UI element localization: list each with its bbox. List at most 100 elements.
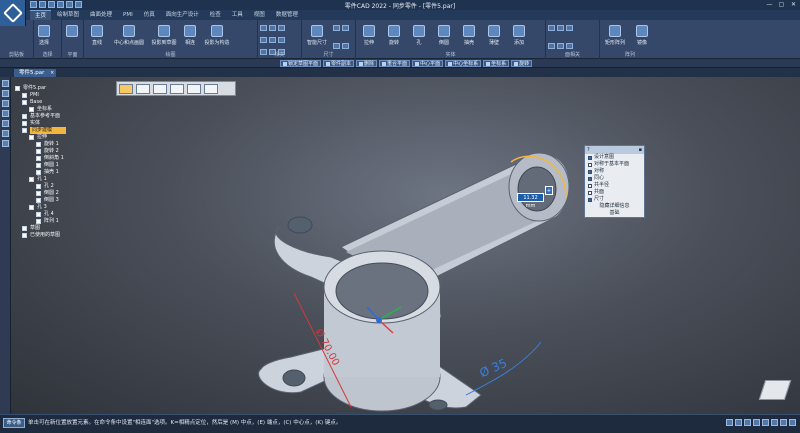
tab-inspect[interactable]: 检查: [205, 10, 226, 20]
window-controls: — ▢ ✕: [765, 1, 798, 8]
cmd-csys[interactable]: 坐标系: [483, 60, 510, 67]
app-menu-button[interactable]: [0, 0, 26, 26]
zoom-icon[interactable]: [726, 419, 733, 426]
command-bar-badge[interactable]: 命令条: [3, 418, 25, 428]
tab-surfacing[interactable]: 曲面处理: [85, 10, 117, 20]
copy-icon: [326, 61, 331, 66]
tab-pmi[interactable]: PMI: [118, 10, 138, 20]
cmd-part-copy[interactable]: 零件副本: [323, 60, 355, 67]
hide-details-link[interactable]: 隐藏详细信息: [585, 202, 644, 209]
face-relate-icon[interactable]: [566, 43, 573, 49]
rotate-view-icon[interactable]: [762, 419, 769, 426]
group-face-relate: 面相关: [546, 20, 600, 59]
relate-icon[interactable]: [260, 37, 267, 43]
filter-checkbox[interactable]: [588, 190, 592, 195]
pattern-icon: [609, 25, 621, 37]
view-orient-icon[interactable]: [780, 419, 787, 426]
filter-option[interactable]: 对称: [585, 168, 644, 175]
face-relate-icon[interactable]: [548, 43, 555, 49]
maximize-button[interactable]: ▢: [777, 1, 786, 8]
relate-icon[interactable]: [269, 37, 276, 43]
panel-help-icon[interactable]: ?: [587, 146, 590, 154]
filter-checkbox[interactable]: [588, 197, 592, 202]
ribbon-tabs: 主页 绘制草图 曲面处理 PMI 仿真 面向生产设计 检查 工具 视图 数据管理: [26, 10, 800, 20]
extrude-icon: [363, 25, 375, 37]
cmd-label: 锁定草图平面: [288, 61, 319, 67]
close-tab-icon[interactable]: ×: [50, 69, 54, 77]
filter-checkbox[interactable]: [588, 183, 592, 188]
cmd-lock-sketch-plane[interactable]: 锁定草图平面: [280, 60, 322, 67]
group-label: 尺寸: [323, 52, 334, 58]
cmd-mid-plane[interactable]: 中心平面: [412, 60, 444, 67]
cmd-label: 删除: [364, 61, 375, 67]
filter-checkbox[interactable]: [588, 155, 592, 160]
relate-icon[interactable]: [260, 25, 267, 31]
filter-checkbox[interactable]: [588, 176, 592, 181]
cmd-rotate[interactable]: 旋转: [511, 60, 533, 67]
group-label: 绘图: [165, 52, 176, 58]
shading-icon[interactable]: [771, 419, 778, 426]
face-relate-icon[interactable]: [548, 25, 555, 31]
tool-label: 直线: [91, 40, 102, 46]
dimension-value-input[interactable]: 11.32 mm: [517, 193, 544, 209]
minimize-button[interactable]: —: [765, 1, 774, 8]
plane-icon: [382, 61, 387, 66]
filter-option[interactable]: 对称于基本平面: [585, 161, 644, 168]
part-model[interactable]: [11, 77, 800, 414]
tab-sketch[interactable]: 绘制草图: [52, 10, 84, 20]
document-tab-label: 零件5.par: [19, 70, 45, 76]
connect-icon: [184, 25, 196, 37]
filter-option[interactable]: 共半径: [585, 182, 644, 189]
tool-label: 中心和点画圆: [113, 40, 144, 46]
cmd-label: 旋转: [519, 61, 530, 67]
hole-left: [287, 216, 313, 234]
filter-option-label: 对称: [594, 168, 605, 174]
layers-icon[interactable]: [2, 90, 9, 97]
filter-option[interactable]: 同心: [585, 175, 644, 182]
graphics-viewport[interactable]: 零件5.par PMI Base 坐标系 基本参考平面 实体 同步建模 拉伸 旋转 1 旋转 2倒…: [11, 77, 800, 414]
dimension-icon[interactable]: [333, 43, 340, 49]
filter-option[interactable]: 共面: [585, 189, 644, 196]
relate-icon[interactable]: [278, 25, 285, 31]
tab-tools[interactable]: 工具: [227, 10, 248, 20]
tab-simulation[interactable]: 仿真: [139, 10, 160, 20]
face-relate-icon[interactable]: [566, 25, 573, 31]
filter-option[interactable]: 设计意图: [585, 154, 644, 161]
tab-data-management[interactable]: 数据管理: [271, 10, 303, 20]
panel-close-icon[interactable]: ▪: [639, 146, 642, 154]
face-relate-icon[interactable]: [557, 25, 564, 31]
help-icon[interactable]: [2, 140, 9, 147]
relate-icon[interactable]: [269, 25, 276, 31]
dimension-icon[interactable]: [342, 25, 349, 31]
cmd-coincident-plane[interactable]: 重合平面: [379, 60, 411, 67]
design-intent-panel: ? ▪ 设计意图 对称于基本平面 对称 同心 共半径 共面 尺寸 隐藏详细信息 基础: [584, 145, 645, 218]
document-tab[interactable]: 零件5.par ×: [14, 69, 57, 77]
tab-manufacturing[interactable]: 面向生产设计: [161, 10, 204, 20]
cmd-delete[interactable]: 删除: [356, 60, 378, 67]
filter-checkbox[interactable]: [588, 169, 592, 174]
properties-icon[interactable]: [2, 130, 9, 137]
face-relate-icon[interactable]: [557, 43, 564, 49]
display-icon[interactable]: [789, 419, 796, 426]
filter-checkbox[interactable]: [588, 162, 592, 167]
group-label: 阵列: [624, 52, 635, 58]
dimension-lock-button[interactable]: +: [545, 186, 553, 195]
dimension-icon[interactable]: [333, 25, 340, 31]
tab-home[interactable]: 主页: [30, 10, 52, 20]
hole-bottom-left: [282, 369, 306, 387]
cmd-center-csys[interactable]: 中心坐标系: [445, 60, 482, 67]
sensors-icon[interactable]: [2, 110, 9, 117]
pan-icon[interactable]: [753, 419, 760, 426]
relate-icon[interactable]: [278, 37, 285, 43]
cylinder-bore: [335, 262, 429, 320]
features-icon[interactable]: [2, 100, 9, 107]
library-icon[interactable]: [2, 120, 9, 127]
zoom-area-icon[interactable]: [735, 419, 742, 426]
close-button[interactable]: ✕: [789, 1, 798, 8]
tab-view[interactable]: 视图: [249, 10, 270, 20]
document-tab-bar: 零件5.par ×: [0, 68, 800, 77]
fit-icon[interactable]: [744, 419, 751, 426]
dimension-icon[interactable]: [342, 43, 349, 49]
pathfinder-icon[interactable]: [2, 80, 9, 87]
command-bar: 锁定草图平面 零件副本 删除 重合平面 中心平面 中心坐标系 坐标系 旋转: [0, 59, 800, 68]
